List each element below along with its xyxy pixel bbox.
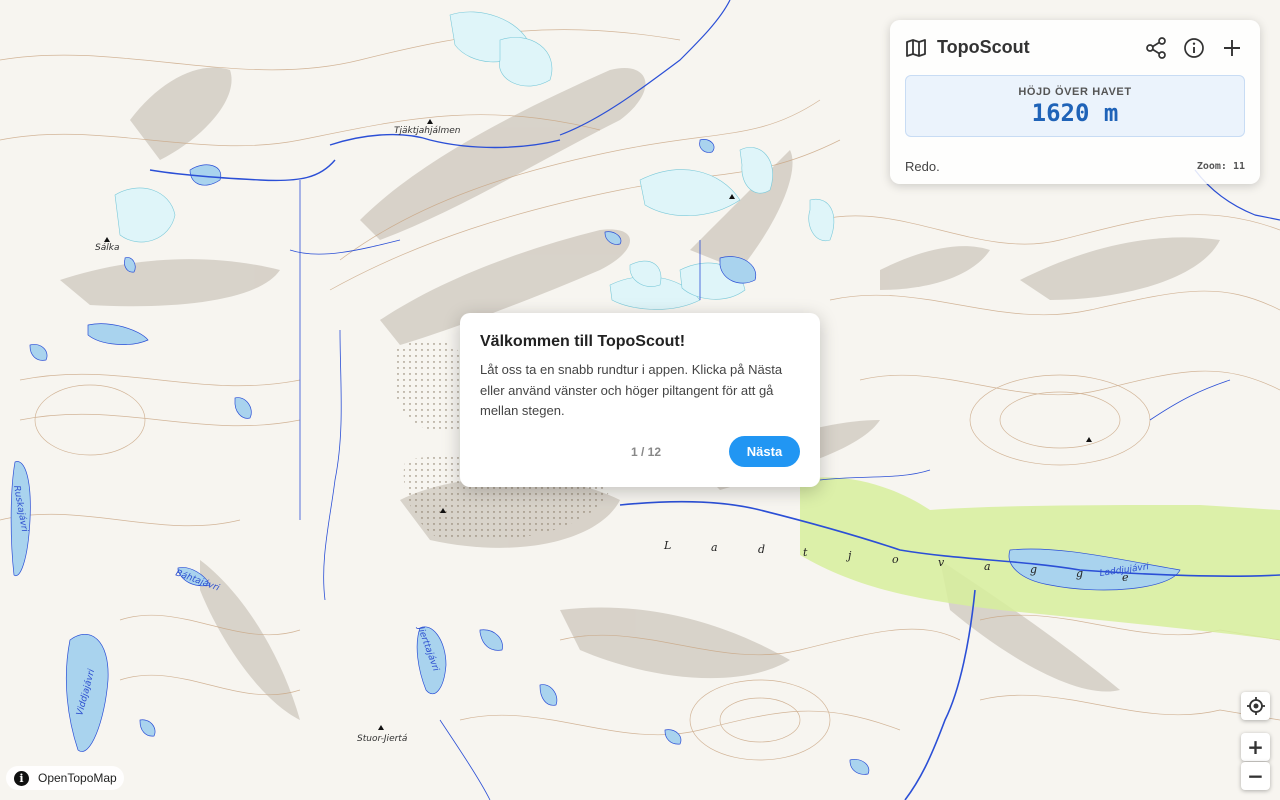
tour-dialog: Välkommen till TopoScout! Låt oss ta en … [460, 313, 820, 487]
svg-text:v: v [938, 556, 945, 569]
svg-text:a: a [711, 541, 718, 554]
next-button[interactable]: Nästa [729, 436, 800, 467]
svg-text:g: g [1030, 563, 1037, 576]
status-text: Redo. [905, 159, 940, 174]
status-row: Redo. Zoom: 11 [905, 159, 1245, 174]
info-icon: i [14, 770, 29, 786]
panel-header: TopoScout [905, 20, 1245, 75]
share-icon[interactable] [1143, 35, 1169, 61]
peak-label: Sálka [95, 243, 119, 253]
svg-text:g: g [1076, 567, 1083, 580]
zoom-readout: Zoom: 11 [1196, 161, 1245, 172]
attribution-text: OpenTopoMap [38, 771, 117, 785]
elevation-label: HÖJD ÖVER HAVET [1018, 86, 1132, 98]
peak-label: Tjäktjahjálmen [394, 126, 461, 136]
tour-footer: 1 / 12 Nästa [480, 436, 800, 467]
plus-icon[interactable] [1219, 35, 1245, 61]
crosshair-icon [1246, 696, 1266, 716]
svg-text:e: e [1122, 571, 1129, 584]
elevation-display: HÖJD ÖVER HAVET 1620 m [905, 75, 1245, 137]
app-title: TopoScout [937, 37, 1030, 57]
app-panel: TopoScout HÖJD ÖVER HAVET 1620 m Redo. Z… [890, 20, 1260, 184]
tour-progress: 1 / 12 [630, 444, 661, 459]
tour-title: Välkommen till TopoScout! [480, 333, 686, 350]
zoom-out-button[interactable]: − [1241, 762, 1270, 790]
zoom-in-button[interactable]: + [1241, 733, 1270, 761]
locate-button[interactable] [1241, 692, 1270, 720]
info-icon[interactable] [1181, 35, 1207, 61]
svg-text:a: a [984, 560, 991, 573]
panel-actions [1143, 35, 1245, 61]
svg-text:L: L [663, 539, 671, 552]
elevation-value: 1620 m [1031, 99, 1119, 127]
svg-text:o: o [892, 553, 899, 566]
peak-label: Stuor-Jiertá [357, 734, 408, 744]
tour-body: Låt oss ta en snabb rundtur i appen. Kli… [480, 362, 783, 418]
attribution[interactable]: i OpenTopoMap [6, 766, 124, 790]
map-icon [905, 35, 927, 61]
svg-text:d: d [758, 543, 765, 556]
svg-text:t: t [803, 546, 808, 559]
